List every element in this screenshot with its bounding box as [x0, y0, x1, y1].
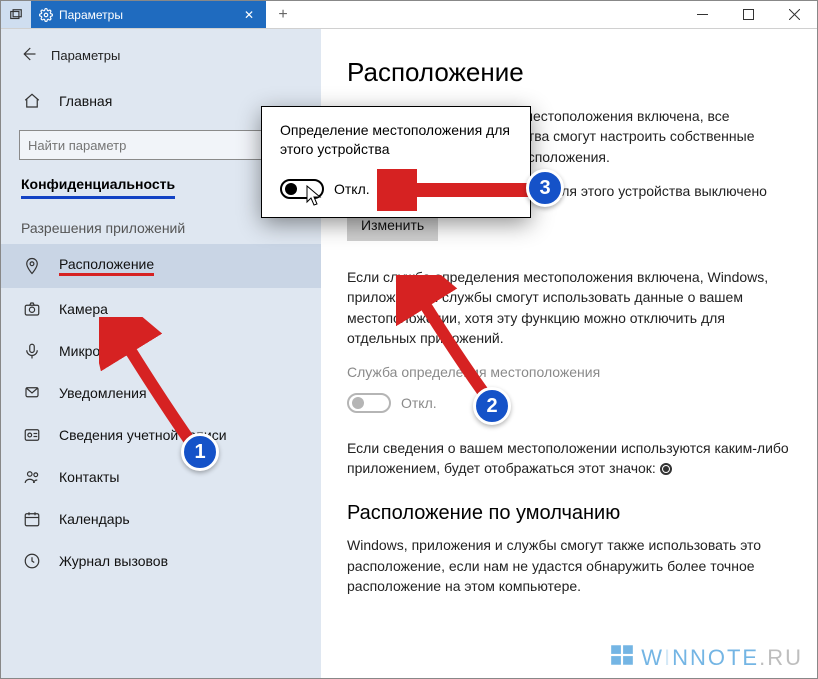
window-controls — [679, 1, 817, 28]
popup-title: Определение местоположения для этого уст… — [280, 121, 512, 159]
camera-icon — [21, 300, 43, 318]
popup-toggle-state: Откл. — [334, 181, 370, 197]
toggle-track — [347, 393, 391, 413]
wm-a: W — [641, 645, 664, 671]
titlebar: Параметры ✕ + — [1, 1, 817, 29]
annotation-arrow-3 — [377, 169, 537, 211]
breadcrumb-label: Параметры — [51, 48, 120, 63]
nav-label: Камера — [59, 301, 108, 317]
toggle-track — [280, 179, 324, 199]
task-view-icon[interactable] — [1, 1, 31, 28]
nav-label: Расположение — [59, 256, 154, 276]
maximize-button[interactable] — [725, 1, 771, 28]
default-location-heading: Расположение по умолчанию — [347, 502, 791, 525]
tabs: Параметры ✕ + — [1, 1, 300, 28]
nav-label: Главная — [59, 93, 112, 109]
notification-icon — [21, 384, 43, 402]
gear-icon — [39, 8, 53, 22]
nav-contacts[interactable]: Контакты — [1, 456, 321, 498]
watermark: WINNOTE.RU — [609, 642, 803, 674]
location-indicator-icon — [660, 463, 672, 475]
tab-close-button[interactable]: ✕ — [240, 8, 258, 22]
indicator-text: Если сведения о вашем местоположении исп… — [347, 440, 789, 476]
nav-calendar[interactable]: Календарь — [1, 498, 321, 540]
para-indicator: Если сведения о вашем местоположении исп… — [347, 438, 791, 479]
microphone-icon — [21, 342, 43, 360]
contacts-icon — [21, 468, 43, 486]
windows-logo-icon — [609, 642, 635, 674]
nav-label: Календарь — [59, 511, 130, 527]
wm-c: RU — [767, 645, 803, 671]
tab-title: Параметры — [59, 8, 240, 22]
account-icon — [21, 426, 43, 444]
location-icon — [21, 257, 43, 275]
wm-b: NNOTE — [672, 645, 759, 671]
new-tab-button[interactable]: + — [266, 1, 300, 28]
privacy-label: Конфиденциальность — [21, 176, 175, 199]
para-default: Windows, приложения и службы смогут такж… — [347, 535, 791, 596]
call-history-icon — [21, 552, 43, 570]
page-title: Расположение — [347, 57, 791, 88]
nav-call-history[interactable]: Журнал вызовов — [1, 540, 321, 582]
nav-label: Журнал вызовов — [59, 553, 168, 569]
annotation-badge-3: 3 — [526, 169, 564, 207]
popup-toggle[interactable]: Откл. — [280, 179, 370, 199]
calendar-icon — [21, 510, 43, 528]
close-button[interactable] — [771, 1, 817, 28]
nav-label: Контакты — [59, 469, 119, 485]
back-arrow-icon — [19, 45, 37, 66]
settings-window: Параметры ✕ + Параметры Главна — [0, 0, 818, 679]
tab-settings[interactable]: Параметры ✕ — [31, 1, 266, 28]
nav-location[interactable]: Расположение — [1, 244, 321, 288]
annotation-badge-2: 2 — [473, 387, 511, 425]
breadcrumb[interactable]: Параметры — [1, 41, 321, 80]
minimize-button[interactable] — [679, 1, 725, 28]
home-icon — [21, 92, 43, 110]
annotation-badge-1: 1 — [181, 433, 219, 471]
